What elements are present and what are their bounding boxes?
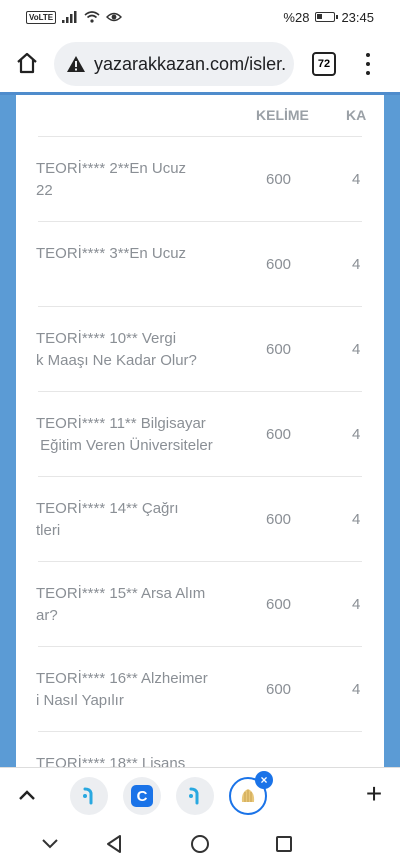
word-count: 600 bbox=[266, 681, 292, 698]
signal-icon bbox=[62, 11, 77, 23]
chevron-up-icon bbox=[19, 790, 35, 800]
menu-button[interactable] bbox=[358, 50, 378, 78]
job-title[interactable]: TEORİ**** 10** Vergi k Maaşı Ne Kadar Ol… bbox=[36, 328, 236, 372]
jobs-table-card: KELİME KA TEORİ**** 2**En Ucuz 22 600 4 … bbox=[16, 95, 384, 767]
active-tab-thumbnail[interactable]: × bbox=[229, 771, 273, 815]
nav-back-button[interactable] bbox=[102, 832, 126, 856]
status-left: VoLTE bbox=[26, 10, 123, 24]
word-count: 600 bbox=[266, 511, 292, 528]
tab-switcher-button[interactable]: 72 bbox=[312, 52, 336, 76]
warning-icon[interactable] bbox=[66, 55, 86, 73]
status-right: %28 23:45 bbox=[283, 10, 374, 25]
tab-thumbnail[interactable] bbox=[176, 777, 214, 815]
battery-icon bbox=[315, 12, 339, 22]
word-count: 600 bbox=[266, 596, 292, 613]
table-row[interactable]: TEORİ**** 15** Arsa Alım ar? 600 4 bbox=[36, 562, 362, 647]
site-favicon-icon bbox=[189, 787, 199, 805]
job-title[interactable]: TEORİ**** 16** Alzheimer i Nasıl Yapılır bbox=[36, 668, 236, 712]
address-bar[interactable]: yazarakkazan.com/isler. bbox=[54, 42, 294, 86]
table-row[interactable]: TEORİ**** 14** Çağrı tleri 600 4 bbox=[36, 477, 362, 562]
job-title[interactable]: TEORİ**** 2**En Ucuz 22 bbox=[36, 158, 236, 202]
extra-value: 4 bbox=[352, 681, 361, 698]
word-count: 600 bbox=[266, 426, 292, 443]
word-count: 600 bbox=[266, 256, 292, 273]
tab-group-strip: C × + bbox=[0, 767, 400, 822]
nav-down-button[interactable] bbox=[38, 832, 62, 856]
home-button[interactable] bbox=[0, 34, 54, 92]
nav-home-button[interactable] bbox=[188, 832, 212, 856]
tab-thumbnail[interactable] bbox=[70, 777, 108, 815]
page-content[interactable]: KELİME KA TEORİ**** 2**En Ucuz 22 600 4 … bbox=[0, 95, 400, 767]
job-title[interactable]: TEORİ**** 14** Çağrı tleri bbox=[36, 498, 236, 542]
word-count: 600 bbox=[266, 171, 292, 188]
battery-level bbox=[317, 14, 322, 19]
battery-percent: %28 bbox=[283, 9, 310, 25]
table-row[interactable]: TEORİ**** 18** Lisans bbox=[36, 732, 362, 767]
eye-icon bbox=[106, 12, 123, 22]
wifi-icon bbox=[84, 11, 100, 23]
extra-value: 4 bbox=[352, 341, 361, 358]
back-triangle-icon bbox=[107, 835, 121, 853]
close-tab-button[interactable]: × bbox=[255, 771, 273, 789]
site-favicon-icon bbox=[83, 787, 93, 805]
table-row[interactable]: TEORİ**** 10** Vergi k Maaşı Ne Kadar Ol… bbox=[36, 307, 362, 392]
recents-square-icon bbox=[276, 836, 292, 852]
job-title[interactable]: TEORİ**** 3**En Ucuz bbox=[36, 243, 236, 265]
url-text[interactable]: yazarakkazan.com/isler. bbox=[94, 54, 286, 75]
volte-badge: VoLTE bbox=[26, 10, 57, 24]
nav-recents-button[interactable] bbox=[272, 832, 296, 856]
shell-favicon-icon bbox=[241, 789, 255, 802]
extra-value: 4 bbox=[352, 256, 361, 273]
new-tab-button[interactable]: + bbox=[360, 780, 388, 808]
home-icon bbox=[17, 52, 37, 74]
extra-value: 4 bbox=[352, 171, 361, 188]
menu-dot-icon bbox=[366, 53, 370, 57]
status-bar: VoLTE %28 23:45 bbox=[0, 0, 400, 34]
column-header-ka[interactable]: KA bbox=[346, 107, 366, 123]
chevron-down-icon bbox=[42, 839, 58, 849]
system-nav-bar bbox=[0, 822, 400, 866]
expand-tabs-button[interactable] bbox=[14, 782, 40, 808]
table-row[interactable]: TEORİ**** 11** Bilgisayar Eğitim Veren Ü… bbox=[36, 392, 362, 477]
table-row[interactable]: TEORİ**** 16** Alzheimer i Nasıl Yapılır… bbox=[36, 647, 362, 732]
job-title[interactable]: TEORİ**** 15** Arsa Alım ar? bbox=[36, 583, 236, 627]
clock: 23:45 bbox=[341, 9, 374, 25]
browser-toolbar: yazarakkazan.com/isler. 72 bbox=[0, 34, 400, 92]
home-circle-icon bbox=[191, 835, 209, 853]
extra-value: 4 bbox=[352, 596, 361, 613]
menu-dot-icon bbox=[366, 62, 370, 66]
c-favicon-icon: C bbox=[131, 785, 153, 807]
column-header-kelime[interactable]: KELİME bbox=[256, 107, 309, 123]
table-row[interactable]: TEORİ**** 3**En Ucuz 600 4 bbox=[36, 222, 362, 307]
job-title[interactable]: TEORİ**** 18** Lisans bbox=[36, 753, 236, 767]
menu-dot-icon bbox=[366, 71, 370, 75]
tab-thumbnail[interactable]: C bbox=[123, 777, 161, 815]
extra-value: 4 bbox=[352, 426, 361, 443]
extra-value: 4 bbox=[352, 511, 361, 528]
table-row[interactable]: TEORİ**** 2**En Ucuz 22 600 4 bbox=[36, 137, 362, 222]
word-count: 600 bbox=[266, 341, 292, 358]
job-title[interactable]: TEORİ**** 11** Bilgisayar Eğitim Veren Ü… bbox=[36, 413, 236, 457]
table-header: KELİME KA bbox=[38, 95, 366, 137]
